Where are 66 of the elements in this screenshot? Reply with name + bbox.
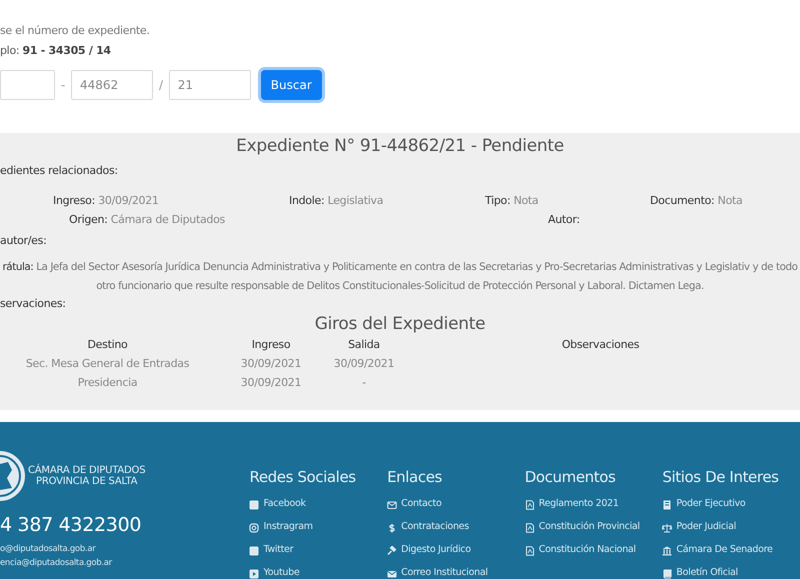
footer-link[interactable]: Constitución Nacional: [538, 543, 636, 558]
input-field[interactable]: 44862: [71, 70, 154, 100]
field-label: autor/es:: [0, 233, 48, 248]
column-header: Observaciones: [560, 336, 640, 352]
footer-link[interactable]: Boletín Oficial: [676, 566, 738, 579]
footer-link[interactable]: Reglamento 2021: [538, 497, 619, 512]
file-icon: [524, 500, 535, 510]
footer-heading: Documentos: [524, 467, 616, 487]
column-header: Destino: [86, 336, 128, 352]
footer-link[interactable]: Digesto Jurídico: [401, 543, 471, 558]
email-link[interactable]: encia@diputadosalta.gob.ar: [0, 556, 250, 570]
footer-heading: Enlaces: [387, 467, 443, 487]
gavel-icon: [387, 546, 398, 556]
envelope-icon: [387, 500, 398, 510]
input-field[interactable]: [0, 70, 55, 100]
expediente-title: Expediente N° 91-44862/21 - Pendiente: [235, 135, 565, 157]
separator-text: /: [159, 77, 163, 94]
footer-link[interactable]: Correo Institucional: [401, 566, 488, 579]
detail-field: Ingreso: 30/09/2021: [53, 193, 289, 208]
scales-icon: [662, 522, 672, 532]
table-cell-text: Presidencia: [76, 374, 138, 390]
book-icon: [662, 568, 672, 578]
bank-icon: [662, 546, 672, 556]
footer-link[interactable]: Facebook: [263, 497, 306, 512]
detail-field: Origen: Cámara de Diputados: [69, 212, 548, 227]
input-field[interactable]: 21: [168, 70, 251, 100]
camera-icon: [249, 522, 260, 532]
search-button[interactable]: Buscar: [260, 70, 322, 100]
footer-link[interactable]: Youtube: [263, 566, 300, 579]
detail-field: Tipo: Nota: [485, 193, 650, 208]
footer-link[interactable]: Poder Judicial: [676, 520, 736, 535]
file-icon: [524, 522, 535, 532]
footer-link[interactable]: Twitter: [263, 543, 294, 558]
separator-text: -: [61, 77, 66, 94]
footer-link[interactable]: Cámara De Senadore: [676, 543, 773, 558]
square-icon: [249, 546, 260, 556]
instruction-text: se el número de expediente.: [0, 24, 151, 38]
square-icon: [249, 500, 260, 510]
file-icon: [524, 546, 535, 556]
email-link[interactable]: o@diputadosalta.gob.ar: [0, 542, 250, 556]
table-cell-text: -: [361, 374, 367, 390]
footer-heading: Sitios De Interes: [662, 467, 780, 487]
field-label: servaciones:: [0, 296, 67, 312]
table-cell-text: Sec. Mesa General de Entradas: [24, 356, 190, 372]
giros-title: Giros del Expediente: [314, 312, 486, 334]
detail-field: Indole: Legislativa: [289, 193, 485, 208]
caratula-text: rátula: La Jefa del Sector Asesoría Jurídica Denuncia Administrativa y Politicamente en contra de las Secretarias y Pro-Secretarias Administrativas y Legislativ y de todo otro funcionario que resulte responsable de Delitos Constitucionales-Solicitud de Protección Personal y Laboral. Dictamen Lega.: [1, 260, 799, 294]
field-label: edientes relacionados:: [0, 163, 119, 178]
footer-heading: Redes Sociales: [249, 467, 357, 487]
table-cell-text: 30/09/2021: [332, 356, 396, 372]
example-text: plo: 91 - 34305 / 14: [0, 44, 112, 58]
footer-link[interactable]: Instragram: [263, 520, 313, 535]
footer-link[interactable]: Contrataciones: [401, 520, 469, 535]
table-cell-text: 30/09/2021: [240, 374, 302, 390]
footer-link[interactable]: Poder Ejecutivo: [676, 497, 746, 512]
footer-link[interactable]: Contacto: [401, 497, 442, 512]
column-header: Salida: [347, 336, 381, 352]
dollar-icon: [387, 522, 398, 532]
logo-text: CÁMARA DE DIPUTADOS PROVINCIA DE SALTA: [28, 465, 146, 487]
detail-field: Autor:: [548, 212, 800, 227]
phone-number: 4 387 4322300: [0, 514, 142, 536]
detail-field: Documento: Nota: [650, 193, 800, 208]
table-cell-text: 30/09/2021: [240, 356, 302, 372]
footer-link[interactable]: Constitución Provincial: [538, 520, 640, 535]
building-icon: [662, 500, 672, 510]
column-header: Ingreso: [250, 336, 292, 352]
